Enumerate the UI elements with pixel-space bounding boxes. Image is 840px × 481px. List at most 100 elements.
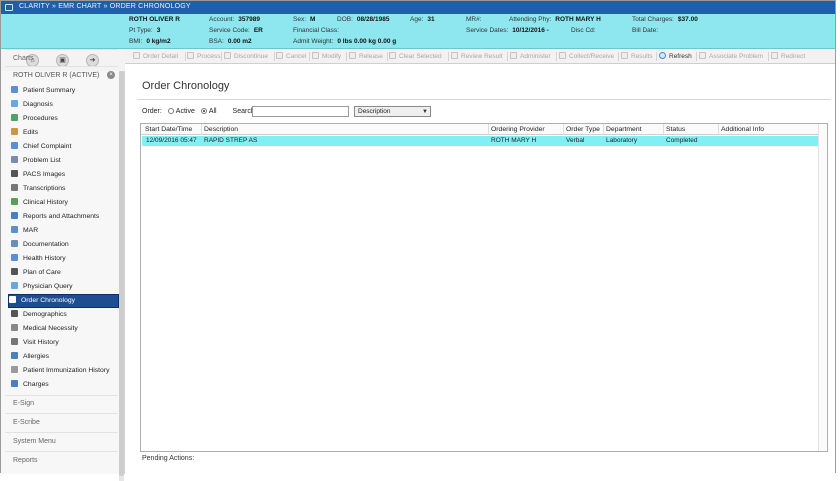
sidebar-item-label: Visit History: [23, 339, 59, 346]
sidebar-item-label: Reports and Attachments: [23, 213, 100, 220]
system-menu-section[interactable]: System Menu: [13, 438, 56, 445]
sidebar-item-label: Allergies: [23, 353, 50, 360]
title-bar: CLARITY » EMR CHART » ORDER CHRONOLOGY: [1, 1, 835, 14]
all-radio-label[interactable]: All: [209, 108, 217, 115]
sidebar-item-procedures[interactable]: Procedures: [11, 113, 118, 125]
diagnosis-icon: [11, 100, 18, 107]
sidebar-scroll-thumb[interactable]: [119, 71, 124, 476]
process-icon: [187, 52, 194, 59]
e-sign-section[interactable]: E-Sign: [13, 400, 34, 407]
results-button[interactable]: Results: [621, 51, 653, 62]
bill-date: Bill Date:: [632, 27, 659, 34]
review-result-button[interactable]: Review Result: [451, 51, 503, 62]
grid-scrollbar[interactable]: [818, 124, 827, 451]
sidebar-item-label: Chief Complaint: [23, 143, 72, 150]
sidebar-item-edits[interactable]: Edits: [11, 127, 118, 139]
plan-of-care-icon: [11, 268, 18, 275]
col-start-date[interactable]: Start Date/Time: [145, 124, 192, 135]
sidebar-item-reports-and-attachments[interactable]: Reports and Attachments: [11, 211, 118, 223]
table-row[interactable]: 12/09/2016 05:47 RAPID STREP AS ROTH MAR…: [142, 136, 818, 146]
procedures-icon: [11, 114, 18, 121]
e-scribe-section[interactable]: E-Scribe: [13, 419, 40, 426]
sidebar-item-label: Medical Necessity: [23, 325, 78, 332]
col-description[interactable]: Description: [204, 124, 238, 135]
active-radio-label[interactable]: Active: [176, 108, 195, 115]
sidebar-item-label: Patient Immunization History: [23, 367, 110, 374]
sidebar-item-pacs-images[interactable]: PACS Images: [11, 169, 118, 181]
sex: Sex: M: [293, 16, 316, 23]
sidebar-item-documentation[interactable]: Documentation: [11, 239, 118, 251]
sidebar-item-label: Plan of Care: [23, 269, 61, 276]
allergies-icon: [11, 352, 18, 359]
sidebar-item-chief-complaint[interactable]: Chief Complaint: [11, 141, 118, 153]
refresh-button[interactable]: Refresh: [659, 51, 692, 62]
sidebar-item-transcriptions[interactable]: Transcriptions: [11, 183, 118, 195]
cell-description: RAPID STREP AS: [204, 137, 258, 144]
modify-icon: [312, 52, 319, 59]
associate-problem-button[interactable]: Associate Problem: [699, 51, 763, 62]
col-status[interactable]: Status: [666, 124, 685, 135]
cancel-button[interactable]: Cancel: [276, 51, 306, 62]
problem-list-icon: [11, 156, 18, 163]
divider: [137, 99, 831, 100]
chief-complaint-icon: [11, 142, 18, 149]
sidebar-item-charges[interactable]: Charges: [11, 379, 118, 391]
sidebar-item-medical-necessity[interactable]: Medical Necessity: [11, 323, 118, 335]
discontinue-button[interactable]: Discontinue: [224, 51, 268, 62]
sidebar-item-label: Demographics: [23, 311, 67, 318]
order-chronology-icon: [9, 296, 16, 303]
sidebar-item-mar[interactable]: MAR: [11, 225, 118, 237]
window-menu-icon[interactable]: [5, 4, 13, 11]
close-patient-icon[interactable]: ×: [107, 71, 115, 79]
active-radio[interactable]: [167, 108, 174, 114]
service-dates: Service Dates: 10/12/2016 -: [466, 27, 549, 34]
redirect-button[interactable]: Redirect: [771, 51, 805, 62]
sidebar-item-health-history[interactable]: Health History: [11, 253, 118, 265]
search-field-selected: Description: [358, 108, 391, 115]
cell-order-type: Verbal: [566, 137, 585, 144]
sidebar-item-patient-summary[interactable]: Patient Summary: [11, 85, 118, 97]
app-window: CLARITY » EMR CHART » ORDER CHRONOLOGY R…: [0, 0, 836, 481]
cell-department: Laboratory: [606, 137, 638, 144]
search-input[interactable]: [252, 106, 349, 117]
order-filter-label: Order:: [142, 108, 162, 115]
all-radio[interactable]: [200, 108, 207, 114]
col-department[interactable]: Department: [606, 124, 642, 135]
process-button[interactable]: Process: [187, 51, 220, 62]
reports-section[interactable]: Reports: [13, 457, 38, 464]
release-button[interactable]: Release: [349, 51, 383, 62]
documentation-icon: [11, 240, 18, 247]
col-order-type[interactable]: Order Type: [566, 124, 600, 135]
sidebar-item-patient-immunization-history[interactable]: Patient Immunization History: [11, 365, 118, 377]
age: Age: 31: [410, 16, 435, 23]
review-result-icon: [451, 52, 458, 59]
sidebar-item-label: Charges: [23, 381, 49, 388]
sidebar-scrollbar[interactable]: [119, 71, 124, 481]
total-charges: Total Charges: $37.00: [632, 16, 698, 23]
administer-button[interactable]: Administer: [510, 51, 551, 62]
sidebar-item-label: Order Chronology: [21, 297, 76, 304]
col-ordering-provider[interactable]: Ordering Provider: [491, 124, 545, 135]
main-content: Order Chronology Order: Active All Searc…: [125, 64, 835, 474]
search-field-select[interactable]: Description ▼: [354, 106, 431, 117]
physician-query-icon: [11, 282, 18, 289]
sidebar-patient-header: ROTH OLIVER R (ACTIVE): [13, 72, 100, 79]
order-detail-button[interactable]: Order Detail: [133, 51, 178, 62]
clear-selected-button[interactable]: Clear Selected: [389, 51, 442, 62]
sidebar-item-clinical-history[interactable]: Clinical History: [11, 197, 118, 209]
cancel-icon: [276, 52, 283, 59]
sidebar-item-order-chronology[interactable]: Order Chronology: [8, 294, 119, 308]
sidebar-item-demographics[interactable]: Demographics: [11, 309, 118, 321]
sidebar-item-allergies[interactable]: Allergies: [11, 351, 118, 363]
collect-receive-button[interactable]: Collect/Receive: [559, 51, 614, 62]
sidebar-item-physician-query[interactable]: Physician Query: [11, 281, 118, 293]
charts-section[interactable]: Charts: [13, 55, 34, 62]
demographics-icon: [11, 310, 18, 317]
col-additional-info[interactable]: Additional Info: [721, 124, 764, 135]
sidebar-item-plan-of-care[interactable]: Plan of Care: [11, 267, 118, 279]
sidebar-item-problem-list[interactable]: Problem List: [11, 155, 118, 167]
divider: [5, 49, 118, 50]
sidebar-item-diagnosis[interactable]: Diagnosis: [11, 99, 118, 111]
sidebar-item-visit-history[interactable]: Visit History: [11, 337, 118, 349]
modify-button[interactable]: Modify: [312, 51, 341, 62]
